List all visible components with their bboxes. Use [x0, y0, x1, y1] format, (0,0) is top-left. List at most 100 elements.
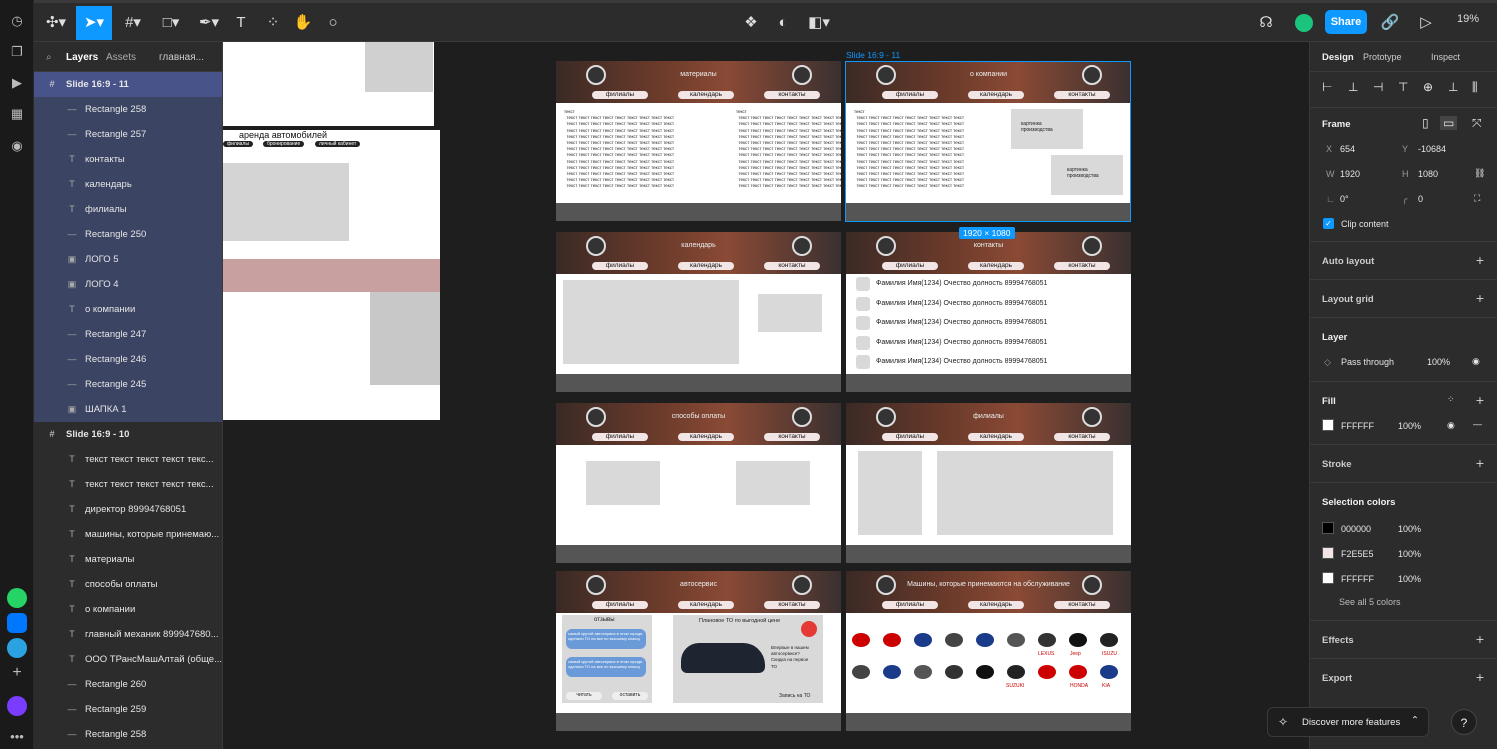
slide-frame[interactable]: способы оплаты филиалы календарь контакты	[556, 403, 841, 563]
tab-layers[interactable]: Layers	[66, 52, 98, 63]
tab-design[interactable]: Design	[1322, 52, 1354, 63]
slide-frame[interactable]: календарь филиалы календарь контакты	[556, 232, 841, 392]
landscape-icon[interactable]: ▭	[1440, 116, 1458, 130]
color-hex[interactable]: FFFFFF	[1341, 574, 1374, 584]
layer-row[interactable]: Tтекст текст текст текст текс...	[34, 447, 222, 472]
portrait-icon[interactable]: ▯	[1422, 116, 1429, 130]
clock-icon[interactable]: ◷	[8, 12, 26, 30]
slide-frame[interactable]: филиалы филиалы календарь контакты	[846, 403, 1131, 563]
corner-icon[interactable]: ⛶	[1474, 193, 1480, 204]
layer-row[interactable]: — Rectangle 246	[34, 347, 222, 372]
layer-row[interactable]: — Rectangle 259	[34, 697, 222, 722]
layer-row[interactable]: Tкалендарь	[34, 172, 222, 197]
discover-features-button[interactable]: ✧ Discover more features ⌃	[1267, 707, 1429, 737]
add-fill-icon[interactable]: +	[1476, 392, 1484, 408]
styles-icon[interactable]: ⁘	[1447, 394, 1455, 405]
width-field[interactable]: 1920	[1340, 169, 1360, 179]
constrain-icon[interactable]: ⛓	[1474, 168, 1485, 179]
effects-title[interactable]: Effects	[1322, 635, 1354, 646]
slide-frame[interactable]: материалы филиалы календарь контакты текст т…	[556, 61, 841, 221]
slide-frame[interactable]: автосервис филиалы календарь контакты отзывы…	[556, 571, 841, 731]
add-effect-icon[interactable]: +	[1476, 631, 1484, 647]
whatsapp-icon[interactable]	[7, 588, 27, 608]
color-opacity[interactable]: 100%	[1398, 574, 1421, 584]
layer-row[interactable]: Tглавный механик 899947680...	[34, 622, 222, 647]
align-top-icon[interactable]: ⊤	[1398, 80, 1408, 94]
layer-row[interactable]: — Rectangle 258	[34, 722, 222, 747]
x-field[interactable]: 654	[1340, 144, 1355, 154]
add-stroke-icon[interactable]: +	[1476, 455, 1484, 471]
color-hex[interactable]: 000000	[1341, 524, 1371, 534]
eye-icon[interactable]: ◉	[1472, 356, 1480, 367]
app-icon[interactable]	[7, 696, 27, 716]
headphones-icon[interactable]: ☊	[1255, 6, 1277, 40]
layer-row[interactable]: Tо компании	[34, 597, 222, 622]
hand-tool-icon[interactable]: ✋	[292, 6, 314, 40]
partial-frame[interactable]	[223, 42, 434, 126]
tab-inspect[interactable]: Inspect	[1431, 52, 1460, 62]
align-right-icon[interactable]: ⊣	[1373, 80, 1383, 94]
layer-row[interactable]: — Rectangle 247	[34, 322, 222, 347]
layout-grid-title[interactable]: Layout grid	[1322, 294, 1374, 305]
component-icon[interactable]: ❖	[740, 6, 762, 40]
align-left-icon[interactable]: ⊢	[1322, 80, 1332, 94]
text-tool-icon[interactable]: T	[230, 6, 252, 40]
align-middle-icon[interactable]: ⊕	[1423, 80, 1433, 94]
add-icon[interactable]: +	[8, 664, 26, 682]
present-icon[interactable]: ▷	[1415, 6, 1437, 40]
figma-menu-icon[interactable]: ✣▾	[42, 6, 70, 40]
slide-frame[interactable]: контакты филиалы календарь контакты Фамилия …	[846, 232, 1131, 392]
calendar-icon[interactable]: ▦	[8, 105, 26, 123]
layer-row[interactable]: # Slide 16:9 - 10	[34, 422, 222, 447]
more-icon[interactable]: •••	[8, 728, 26, 746]
layer-row[interactable]: ▣ ШАПКА 1	[34, 397, 222, 422]
height-field[interactable]: 1080	[1418, 169, 1438, 179]
link-icon[interactable]: 🔗	[1379, 6, 1401, 40]
pen-tool-icon[interactable]: ✒▾	[194, 6, 224, 40]
frame-section-title[interactable]: Frame	[1322, 119, 1351, 130]
help-button[interactable]: ?	[1451, 709, 1477, 735]
add-export-icon[interactable]: +	[1476, 669, 1484, 685]
boolean-icon[interactable]: ◧▾	[804, 6, 834, 40]
clip-checkbox[interactable]: ✓	[1323, 218, 1334, 229]
align-bottom-icon[interactable]: ⊥	[1448, 80, 1458, 94]
layer-row[interactable]: Tспособы оплаты	[34, 572, 222, 597]
color-swatch[interactable]	[1322, 572, 1334, 584]
layer-row[interactable]: ▣ ЛОГО 5	[34, 247, 222, 272]
fill-eye-icon[interactable]: ◉	[1447, 420, 1455, 431]
layer-row[interactable]: Tдиректор 89994768051	[34, 497, 222, 522]
layer-row[interactable]: — Rectangle 260	[34, 672, 222, 697]
distribute-icon[interactable]: ⫼	[1472, 80, 1478, 95]
fill-opacity[interactable]: 100%	[1398, 421, 1421, 431]
auto-layout-title[interactable]: Auto layout	[1322, 256, 1374, 267]
color-opacity[interactable]: 100%	[1398, 549, 1421, 559]
layer-row[interactable]: — Rectangle 258	[34, 97, 222, 122]
color-swatch[interactable]	[1322, 547, 1334, 559]
partial-frame-2[interactable]: аренда автомобилей филиалы бронирование …	[223, 130, 440, 420]
align-center-h-icon[interactable]: ⊥	[1348, 80, 1358, 94]
files-icon[interactable]: ❐	[8, 43, 26, 61]
move-tool-icon[interactable]: ➤▾	[76, 6, 112, 40]
resize-icon[interactable]: ⤧	[1472, 116, 1482, 131]
layer-row[interactable]: Tфилиалы	[34, 197, 222, 222]
fill-swatch[interactable]	[1322, 419, 1334, 431]
tab-assets[interactable]: Assets	[106, 52, 136, 63]
avatar[interactable]	[1295, 14, 1313, 32]
layer-row[interactable]: Tконтакты	[34, 147, 222, 172]
stroke-title[interactable]: Stroke	[1322, 459, 1352, 470]
slide-frame[interactable]: Машины, которые принемаются на обслужива…	[846, 571, 1131, 731]
tab-prototype[interactable]: Prototype	[1363, 52, 1402, 62]
color-hex[interactable]: F2E5E5	[1341, 549, 1374, 559]
layer-row[interactable]: Tмашины, которые принемаю...	[34, 522, 222, 547]
layer-row[interactable]: — Rectangle 245	[34, 372, 222, 397]
color-swatch[interactable]	[1322, 522, 1334, 534]
layer-opacity[interactable]: 100%	[1427, 357, 1450, 367]
add-auto-layout-icon[interactable]: +	[1476, 252, 1484, 268]
export-title[interactable]: Export	[1322, 673, 1352, 684]
y-field[interactable]: -10684	[1418, 144, 1446, 154]
page-selector[interactable]: главная...	[159, 52, 204, 63]
vk-icon[interactable]	[7, 613, 27, 633]
layer-row[interactable]: Tо компании	[34, 297, 222, 322]
layer-row[interactable]: Tтекст текст текст текст текс...	[34, 472, 222, 497]
add-layout-grid-icon[interactable]: +	[1476, 290, 1484, 306]
